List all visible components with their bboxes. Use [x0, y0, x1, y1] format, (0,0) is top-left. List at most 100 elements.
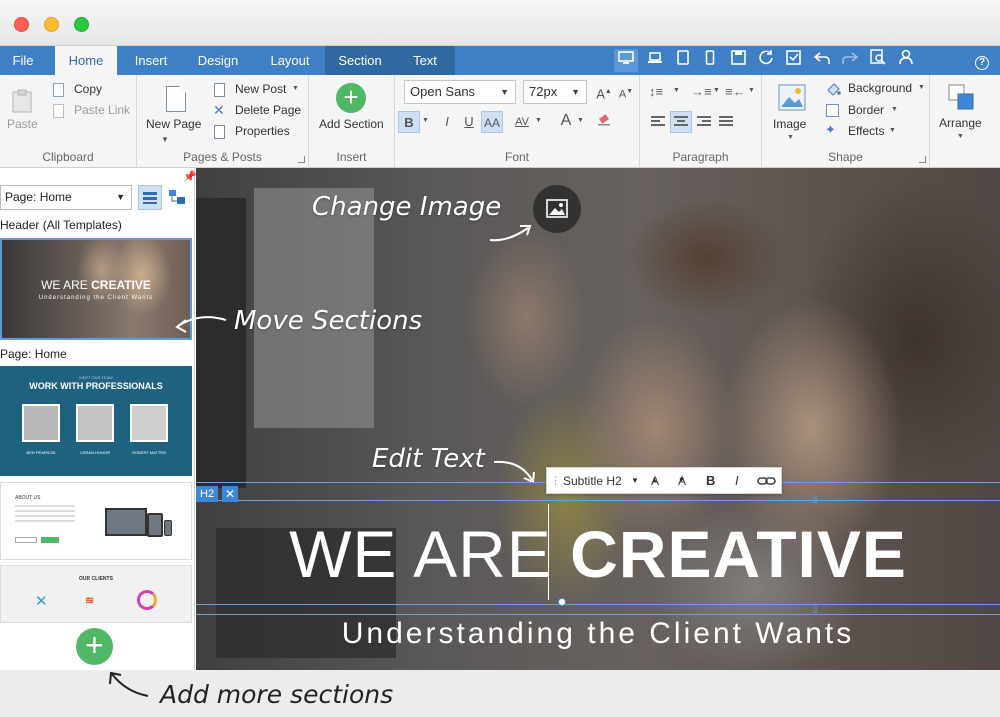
- underline-button[interactable]: U: [458, 111, 480, 133]
- heading-style-select[interactable]: Subtitle H2: [563, 468, 622, 494]
- font-family-select[interactable]: Open Sans ▼: [404, 80, 516, 104]
- editor-canvas[interactable]: Change Image Move Sections Edit Text ⫫ ⫫…: [196, 168, 1000, 670]
- shape-launcher-icon[interactable]: [919, 156, 926, 163]
- italic-button[interactable]: I: [436, 111, 458, 133]
- align-center-button[interactable]: [670, 111, 692, 133]
- check-icon[interactable]: [782, 49, 806, 72]
- paste-icon[interactable]: [12, 89, 32, 113]
- resize-handle-icon[interactable]: ⫫: [812, 494, 818, 507]
- tablet-icon[interactable]: [671, 49, 695, 72]
- image-dropdown-icon[interactable]: ▼: [787, 134, 794, 141]
- grow-text-button[interactable]: A ▲: [651, 468, 659, 496]
- tab-layout[interactable]: Layout: [258, 46, 322, 75]
- border-button[interactable]: Border: [848, 103, 884, 117]
- justify-icon[interactable]: [719, 116, 733, 128]
- new-page-icon[interactable]: [166, 86, 186, 112]
- bold-dropdown-icon[interactable]: ▼: [422, 117, 429, 124]
- user-icon[interactable]: [894, 49, 918, 72]
- align-left-icon[interactable]: [651, 116, 665, 128]
- h2-tag-badge[interactable]: H2: [196, 486, 219, 502]
- change-image-button[interactable]: [533, 185, 581, 233]
- section-thumb-about[interactable]: ABOUT US: [0, 482, 192, 560]
- undo-icon[interactable]: [810, 49, 834, 72]
- close-window-button[interactable]: [14, 17, 29, 32]
- tab-home[interactable]: Home: [55, 46, 117, 75]
- pages-posts-launcher-icon[interactable]: [298, 156, 305, 163]
- section-tree-button[interactable]: [166, 185, 190, 210]
- move-handle[interactable]: [558, 598, 566, 606]
- letter-spacing-button[interactable]: AV: [511, 111, 533, 133]
- close-icon[interactable]: ✕: [222, 486, 238, 502]
- tab-file[interactable]: File: [0, 46, 46, 75]
- background-button[interactable]: Background: [848, 81, 912, 95]
- font-color-dropdown-icon[interactable]: ▼: [577, 117, 584, 124]
- shrink-text-button[interactable]: A ▼: [678, 468, 686, 496]
- outdent-dropdown-icon[interactable]: ▼: [748, 87, 755, 94]
- add-section-bottom-button[interactable]: +: [76, 628, 113, 665]
- align-right-icon[interactable]: [697, 116, 711, 128]
- add-section-icon[interactable]: +: [336, 83, 366, 113]
- bold-button[interactable]: B: [398, 111, 420, 133]
- new-post-dropdown-icon[interactable]: ▼: [292, 85, 299, 92]
- new-post-button[interactable]: New Post: [235, 82, 286, 96]
- properties-button[interactable]: Properties: [235, 124, 290, 138]
- preview-icon[interactable]: [866, 49, 890, 72]
- arrange-button[interactable]: Arrange: [939, 116, 982, 130]
- bold-text-button[interactable]: B: [706, 468, 715, 494]
- zoom-window-button[interactable]: [74, 17, 89, 32]
- tab-design[interactable]: Design: [186, 46, 250, 75]
- outdent-icon[interactable]: ≡←: [725, 84, 746, 99]
- new-page-button[interactable]: New Page: [146, 117, 201, 131]
- resize-handle-icon[interactable]: ⫫: [812, 604, 818, 617]
- section-thumb-professionals[interactable]: MEET OUR TEAM WORK WITH PROFESSIONALS BE…: [0, 366, 192, 476]
- tab-insert[interactable]: Insert: [120, 46, 182, 75]
- tab-text[interactable]: Text: [395, 46, 455, 75]
- paste-button[interactable]: Paste: [7, 117, 38, 131]
- paste-link-button[interactable]: Paste Link: [74, 103, 130, 117]
- help-button[interactable]: ?: [970, 49, 994, 72]
- chevron-down-icon[interactable]: ▼: [631, 468, 639, 494]
- laptop-icon[interactable]: [643, 49, 667, 72]
- image-icon[interactable]: [778, 84, 806, 111]
- arrange-dropdown-icon[interactable]: ▼: [957, 133, 964, 140]
- hero-headline[interactable]: WE ARE CREATIVE: [196, 514, 1000, 594]
- section-thumb-clients[interactable]: OUR CLIENTS ✕ ≋: [0, 565, 192, 623]
- clear-format-icon[interactable]: [593, 111, 615, 133]
- refresh-icon[interactable]: [754, 49, 778, 72]
- desktop-icon[interactable]: [614, 49, 638, 72]
- shrink-font-button[interactable]: A▼: [615, 81, 637, 103]
- link-icon[interactable]: [757, 469, 777, 502]
- copy-icon[interactable]: [53, 83, 64, 97]
- font-size-select[interactable]: 72px ▼: [523, 80, 587, 104]
- drag-handle-icon[interactable]: ⋮: [550, 468, 561, 494]
- minimize-window-button[interactable]: [44, 17, 59, 32]
- new-page-dropdown-icon[interactable]: ▼: [161, 135, 169, 144]
- section-thumb-header[interactable]: WE ARE CREATIVE Understanding the Client…: [0, 238, 192, 340]
- background-dropdown-icon[interactable]: ▼: [918, 84, 925, 91]
- line-spacing-dropdown-icon[interactable]: ▼: [673, 87, 680, 94]
- arrange-icon[interactable]: [948, 84, 974, 110]
- all-caps-button[interactable]: AA: [481, 111, 503, 133]
- add-section-button[interactable]: Add Section: [319, 117, 384, 131]
- list-view-button[interactable]: [138, 185, 162, 210]
- letter-spacing-dropdown-icon[interactable]: ▼: [535, 117, 542, 124]
- copy-button[interactable]: Copy: [74, 82, 102, 96]
- grow-font-button[interactable]: A▲: [593, 81, 615, 103]
- save-icon[interactable]: [726, 49, 750, 72]
- effects-dropdown-icon[interactable]: ▼: [889, 127, 896, 134]
- indent-dropdown-icon[interactable]: ▼: [713, 87, 720, 94]
- tab-section[interactable]: Section: [325, 46, 395, 75]
- border-dropdown-icon[interactable]: ▼: [891, 106, 898, 113]
- line-spacing-icon[interactable]: ↕≡: [649, 84, 663, 99]
- effects-button[interactable]: Effects: [848, 124, 884, 138]
- indent-icon[interactable]: →≡: [691, 84, 712, 99]
- redo-icon[interactable]: [838, 49, 862, 72]
- page-select[interactable]: Page: Home ▼: [0, 185, 132, 210]
- hero-subtitle[interactable]: Understanding the Client Wants: [196, 617, 1000, 651]
- delete-page-button[interactable]: Delete Page: [235, 103, 301, 117]
- phone-icon[interactable]: [698, 49, 722, 72]
- pin-icon[interactable]: 📌: [183, 170, 197, 183]
- image-button[interactable]: Image: [773, 117, 806, 131]
- italic-text-button[interactable]: I: [735, 468, 739, 494]
- font-color-button[interactable]: A: [555, 110, 577, 132]
